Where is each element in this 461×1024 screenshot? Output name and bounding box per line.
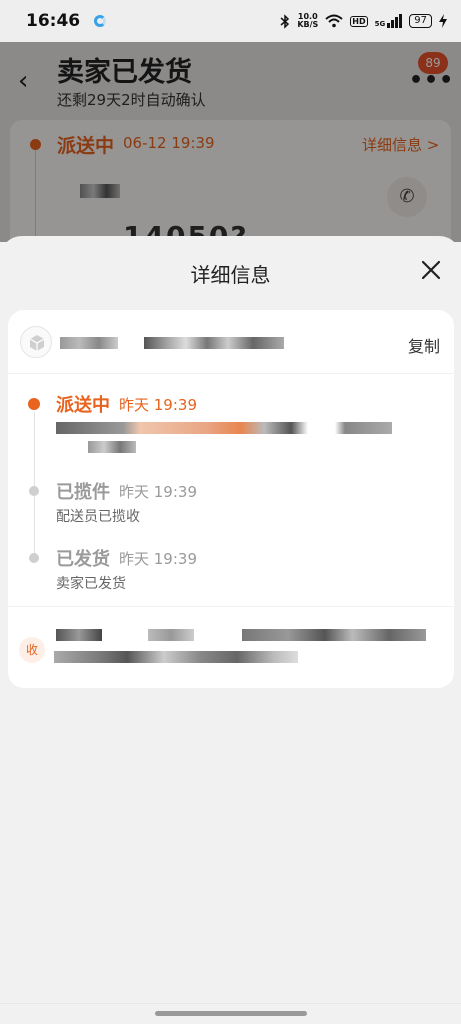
status-icons: 10.0 KB/S HD 5G 97 bbox=[280, 13, 447, 29]
blurred-receiver-name bbox=[56, 629, 102, 641]
app-notification-icon bbox=[94, 15, 107, 27]
dim-overlay[interactable] bbox=[0, 42, 461, 242]
bluetooth-icon bbox=[280, 13, 290, 29]
wifi-icon bbox=[325, 14, 343, 28]
charging-icon bbox=[439, 14, 447, 28]
blurred-event-detail bbox=[56, 422, 392, 434]
close-icon[interactable] bbox=[418, 257, 444, 283]
status-time: 16:46 bbox=[26, 11, 81, 31]
detail-sheet: 详细信息 复制 派送中 昨天 19:39 已揽件 昨天 19:39 配送员已揽收… bbox=[0, 236, 461, 1024]
bottom-divider bbox=[0, 1003, 461, 1004]
status-bar: 16:46 10.0 KB/S HD 5G 97 bbox=[0, 0, 461, 42]
blurred-courier-company bbox=[60, 337, 118, 349]
copy-button[interactable]: 复制 bbox=[408, 333, 440, 357]
event-status: 已发货 bbox=[56, 549, 110, 570]
timeline-dot-active bbox=[28, 398, 40, 410]
event-desc: 卖家已发货 bbox=[56, 576, 126, 592]
net-speed: 10.0 KB/S bbox=[297, 12, 319, 29]
blurred-event-detail-2 bbox=[88, 441, 136, 453]
receiver-row: 收 bbox=[8, 606, 454, 688]
blurred-receiver-address bbox=[242, 629, 426, 641]
event-desc: 配送员已揽收 bbox=[56, 509, 140, 525]
blurred-tracking-number bbox=[144, 337, 284, 349]
receiver-badge: 收 bbox=[19, 637, 45, 663]
event-status: 已揽件 bbox=[56, 482, 110, 503]
event-time: 昨天 19:39 bbox=[119, 550, 197, 568]
tracking-row: 复制 bbox=[8, 310, 454, 374]
blurred-receiver-phone bbox=[148, 629, 194, 641]
blurred-receiver-address-2 bbox=[54, 651, 298, 663]
timeline-dot bbox=[29, 486, 39, 496]
signal-icon: 5G bbox=[375, 14, 403, 28]
event-time: 昨天 19:39 bbox=[119, 396, 197, 414]
battery-icon: 97 bbox=[409, 14, 432, 28]
package-icon bbox=[20, 326, 52, 358]
event-time: 昨天 19:39 bbox=[119, 483, 197, 501]
home-indicator[interactable] bbox=[155, 1011, 307, 1016]
timeline-dot bbox=[29, 553, 39, 563]
logistics-detail-card: 复制 派送中 昨天 19:39 已揽件 昨天 19:39 配送员已揽收 已发货 … bbox=[8, 310, 454, 688]
event-status: 派送中 bbox=[56, 395, 110, 416]
sheet-title: 详细信息 bbox=[190, 263, 271, 287]
hd-icon: HD bbox=[350, 15, 368, 27]
